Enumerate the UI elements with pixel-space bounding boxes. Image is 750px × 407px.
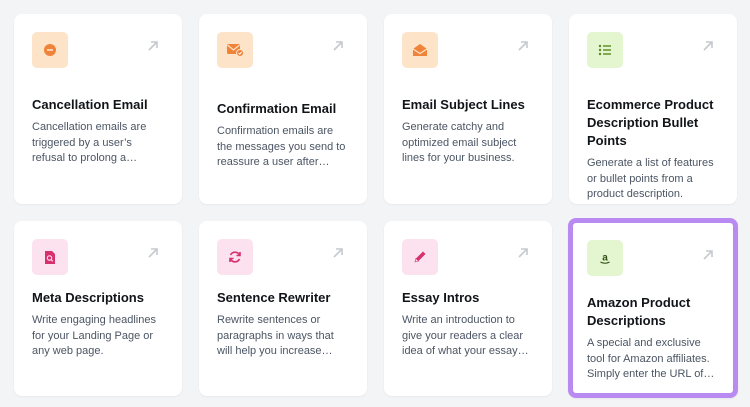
svg-text:a: a	[602, 253, 608, 264]
cancel-circle-icon	[32, 32, 68, 68]
card-title: Confirmation Email	[217, 101, 337, 116]
card-description: Generate catchy and optimized email subj…	[402, 121, 517, 164]
card-description: Rewrite sentences or paragraphs in ways …	[217, 314, 334, 357]
card-title: Essay Intros	[402, 290, 480, 305]
card-title: Cancellation Email	[32, 97, 148, 112]
card-title: Amazon Product Descriptions	[587, 295, 691, 328]
refresh-icon	[217, 239, 253, 275]
card-description: Write an introduction to give your reade…	[402, 314, 529, 357]
card-description: Generate a list of features or bullet po…	[587, 157, 714, 200]
card-sentence-rewriter[interactable]: Sentence Rewriter Rewrite sentences or p…	[199, 221, 367, 396]
card-description: Confirmation emails are the messages you…	[217, 125, 346, 168]
card-title: Sentence Rewriter	[217, 290, 331, 305]
arrow-up-right-icon	[703, 41, 713, 51]
card-ecommerce-bullet-points[interactable]: Ecommerce Product Description Bullet Poi…	[569, 14, 737, 204]
document-search-icon	[32, 239, 68, 275]
card-amazon-product-descriptions[interactable]: a Amazon Product Descriptions A special …	[568, 218, 738, 398]
mail-check-icon	[217, 32, 253, 68]
card-cancellation-email[interactable]: Cancellation Email Cancellation emails a…	[14, 14, 182, 204]
card-email-subject-lines[interactable]: Email Subject Lines Generate catchy and …	[384, 14, 552, 204]
arrow-up-right-icon	[333, 248, 343, 258]
card-description: A special and exclusive tool for Amazon …	[587, 337, 715, 380]
card-description: Cancellation emails are triggered by a u…	[32, 121, 147, 164]
arrow-up-right-icon	[148, 248, 158, 258]
arrow-up-right-icon	[148, 41, 158, 51]
open-envelope-icon	[402, 32, 438, 68]
card-meta-descriptions[interactable]: Meta Descriptions Write engaging headlin…	[14, 221, 182, 396]
amazon-icon: a	[587, 240, 623, 276]
card-description: Write engaging headlines for your Landin…	[32, 314, 156, 357]
card-title: Meta Descriptions	[32, 290, 144, 305]
card-title: Email Subject Lines	[402, 97, 525, 112]
arrow-up-right-icon	[333, 41, 343, 51]
arrow-up-right-icon	[703, 250, 713, 260]
bullet-list-icon	[587, 32, 623, 68]
arrow-up-right-icon	[518, 248, 528, 258]
card-confirmation-email[interactable]: Confirmation Email Confirmation emails a…	[199, 14, 367, 204]
arrow-up-right-icon	[518, 41, 528, 51]
card-title: Ecommerce Product Description Bullet Poi…	[587, 97, 714, 148]
card-essay-intros[interactable]: Essay Intros Write an introduction to gi…	[384, 221, 552, 396]
pencil-icon	[402, 239, 438, 275]
